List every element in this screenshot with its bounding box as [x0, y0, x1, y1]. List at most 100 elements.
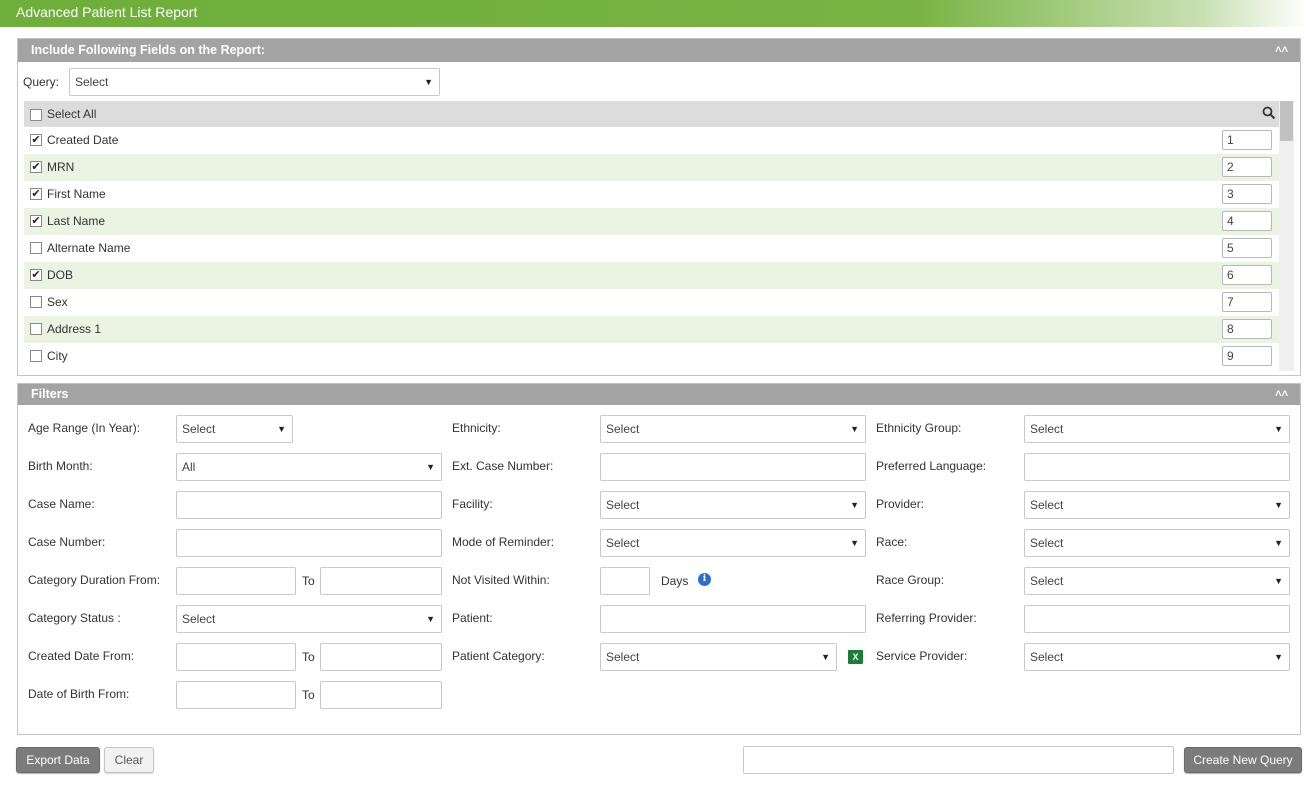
field-row: Sex 7 [24, 289, 1279, 316]
field-checkbox[interactable] [30, 242, 42, 254]
ethnicity-group-value: Select [1030, 422, 1064, 436]
select-all-checkbox[interactable] [30, 109, 42, 121]
field-checkbox[interactable]: ✔ [30, 188, 42, 200]
fields-panel-title: Include Following Fields on the Report: [31, 43, 266, 57]
dob-label: Date of Birth From: [28, 687, 130, 701]
field-order-input[interactable]: 8 [1222, 319, 1272, 339]
referring-provider-input[interactable] [1024, 605, 1290, 633]
dropdown-arrow-icon: ▼ [424, 77, 433, 87]
case-number-input[interactable] [176, 529, 442, 557]
field-checkbox[interactable]: ✔ [30, 269, 42, 281]
provider-label: Provider: [876, 497, 925, 511]
created-date-to-label: To [302, 650, 315, 664]
field-checkbox[interactable] [30, 350, 42, 362]
field-order-input[interactable]: 1 [1222, 130, 1272, 150]
page-title: Advanced Patient List Report [0, 0, 1308, 27]
query-name-input[interactable] [743, 746, 1174, 774]
fields-panel: Include Following Fields on the Report: … [17, 38, 1301, 376]
field-checkbox[interactable] [30, 296, 42, 308]
field-label: First Name [47, 187, 106, 201]
race-group-select[interactable]: Select ▼ [1024, 567, 1290, 595]
race-select[interactable]: Select ▼ [1024, 529, 1290, 557]
export-data-button[interactable]: Export Data [16, 747, 100, 773]
info-icon[interactable]: i [698, 573, 711, 586]
dob-from-input[interactable] [176, 681, 296, 709]
dropdown-arrow-icon: ▼ [1274, 576, 1283, 586]
field-order-input[interactable]: 2 [1222, 157, 1272, 177]
field-label: City [47, 349, 68, 363]
case-name-input[interactable] [176, 491, 442, 519]
field-row: ✔ Created Date 1 [24, 127, 1279, 154]
field-order-input[interactable]: 9 [1222, 346, 1272, 366]
dropdown-arrow-icon: ▼ [1274, 652, 1283, 662]
created-date-from-input[interactable] [176, 643, 296, 671]
dob-to-input[interactable] [320, 681, 442, 709]
dropdown-arrow-icon: ▼ [426, 462, 435, 472]
not-visited-unit: Days [661, 574, 689, 588]
field-row: ✔ Last Name 4 [24, 208, 1279, 235]
clear-button[interactable]: Clear [104, 747, 154, 773]
select-all-label: Select All [47, 107, 97, 121]
service-provider-label: Service Provider: [876, 649, 968, 663]
mode-of-reminder-select[interactable]: Select ▼ [600, 529, 866, 557]
field-label: MRN [47, 160, 75, 174]
dropdown-arrow-icon: ▼ [850, 538, 859, 548]
category-status-value: Select [182, 612, 216, 626]
patient-category-select[interactable]: Select ▼ [600, 643, 837, 671]
dropdown-arrow-icon: ▼ [1274, 538, 1283, 548]
field-label: Alternate Name [47, 241, 131, 255]
field-order-input[interactable]: 4 [1222, 211, 1272, 231]
age-range-select[interactable]: Select ▼ [176, 415, 293, 443]
filters-panel-header[interactable]: Filters ˄˄ [18, 384, 1300, 405]
preferred-language-input[interactable] [1024, 453, 1290, 481]
not-visited-input[interactable] [600, 567, 650, 595]
category-duration-to-input[interactable] [320, 567, 442, 595]
dropdown-arrow-icon: ▼ [850, 424, 859, 434]
patient-input[interactable] [600, 605, 866, 633]
create-new-query-button[interactable]: Create New Query [1184, 747, 1302, 773]
excel-icon[interactable]: X [848, 650, 863, 664]
category-duration-from-input[interactable] [176, 567, 296, 595]
chevron-double-up-icon[interactable]: ˄˄ [1275, 384, 1288, 405]
fields-panel-header[interactable]: Include Following Fields on the Report: … [18, 39, 1300, 62]
field-order-input[interactable]: 6 [1222, 265, 1272, 285]
facility-select[interactable]: Select ▼ [600, 491, 866, 519]
field-label: Address 1 [47, 322, 102, 336]
field-checkbox[interactable]: ✔ [30, 134, 42, 146]
field-order-input[interactable]: 3 [1222, 184, 1272, 204]
facility-value: Select [606, 498, 640, 512]
provider-value: Select [1030, 498, 1064, 512]
field-order-input[interactable]: 5 [1222, 238, 1272, 258]
search-icon[interactable] [1262, 106, 1276, 120]
age-range-value: Select [182, 422, 216, 436]
mode-of-reminder-label: Mode of Reminder: [452, 535, 555, 549]
field-checkbox[interactable] [30, 323, 42, 335]
field-order-input[interactable]: 7 [1222, 292, 1272, 312]
category-status-select[interactable]: Select ▼ [176, 605, 442, 633]
birth-month-value: All [182, 460, 196, 474]
provider-select[interactable]: Select ▼ [1024, 491, 1290, 519]
referring-provider-label: Referring Provider: [876, 611, 977, 625]
category-duration-label: Category Duration From: [28, 573, 161, 587]
category-duration-to-label: To [302, 574, 315, 588]
field-row: ✔ MRN 2 [24, 154, 1279, 181]
field-list-scrollbar[interactable] [1279, 101, 1294, 371]
ethnicity-select[interactable]: Select ▼ [600, 415, 866, 443]
scrollbar-thumb[interactable] [1280, 101, 1293, 141]
chevron-double-up-icon[interactable]: ˄˄ [1275, 39, 1288, 62]
field-checkbox[interactable]: ✔ [30, 161, 42, 173]
birth-month-select[interactable]: All ▼ [176, 453, 442, 481]
filters-panel-title: Filters [31, 387, 69, 401]
created-date-to-input[interactable] [320, 643, 442, 671]
ext-case-number-input[interactable] [600, 453, 866, 481]
ext-case-number-label: Ext. Case Number: [452, 459, 554, 473]
case-number-label: Case Number: [28, 535, 106, 549]
preferred-language-label: Preferred Language: [876, 459, 987, 473]
patient-category-label: Patient Category: [452, 649, 545, 663]
query-select[interactable]: Select ▼ [69, 68, 440, 96]
dropdown-arrow-icon: ▼ [821, 652, 830, 662]
patient-category-value: Select [606, 650, 640, 664]
service-provider-select[interactable]: Select ▼ [1024, 643, 1290, 671]
field-checkbox[interactable]: ✔ [30, 215, 42, 227]
ethnicity-group-select[interactable]: Select ▼ [1024, 415, 1290, 443]
